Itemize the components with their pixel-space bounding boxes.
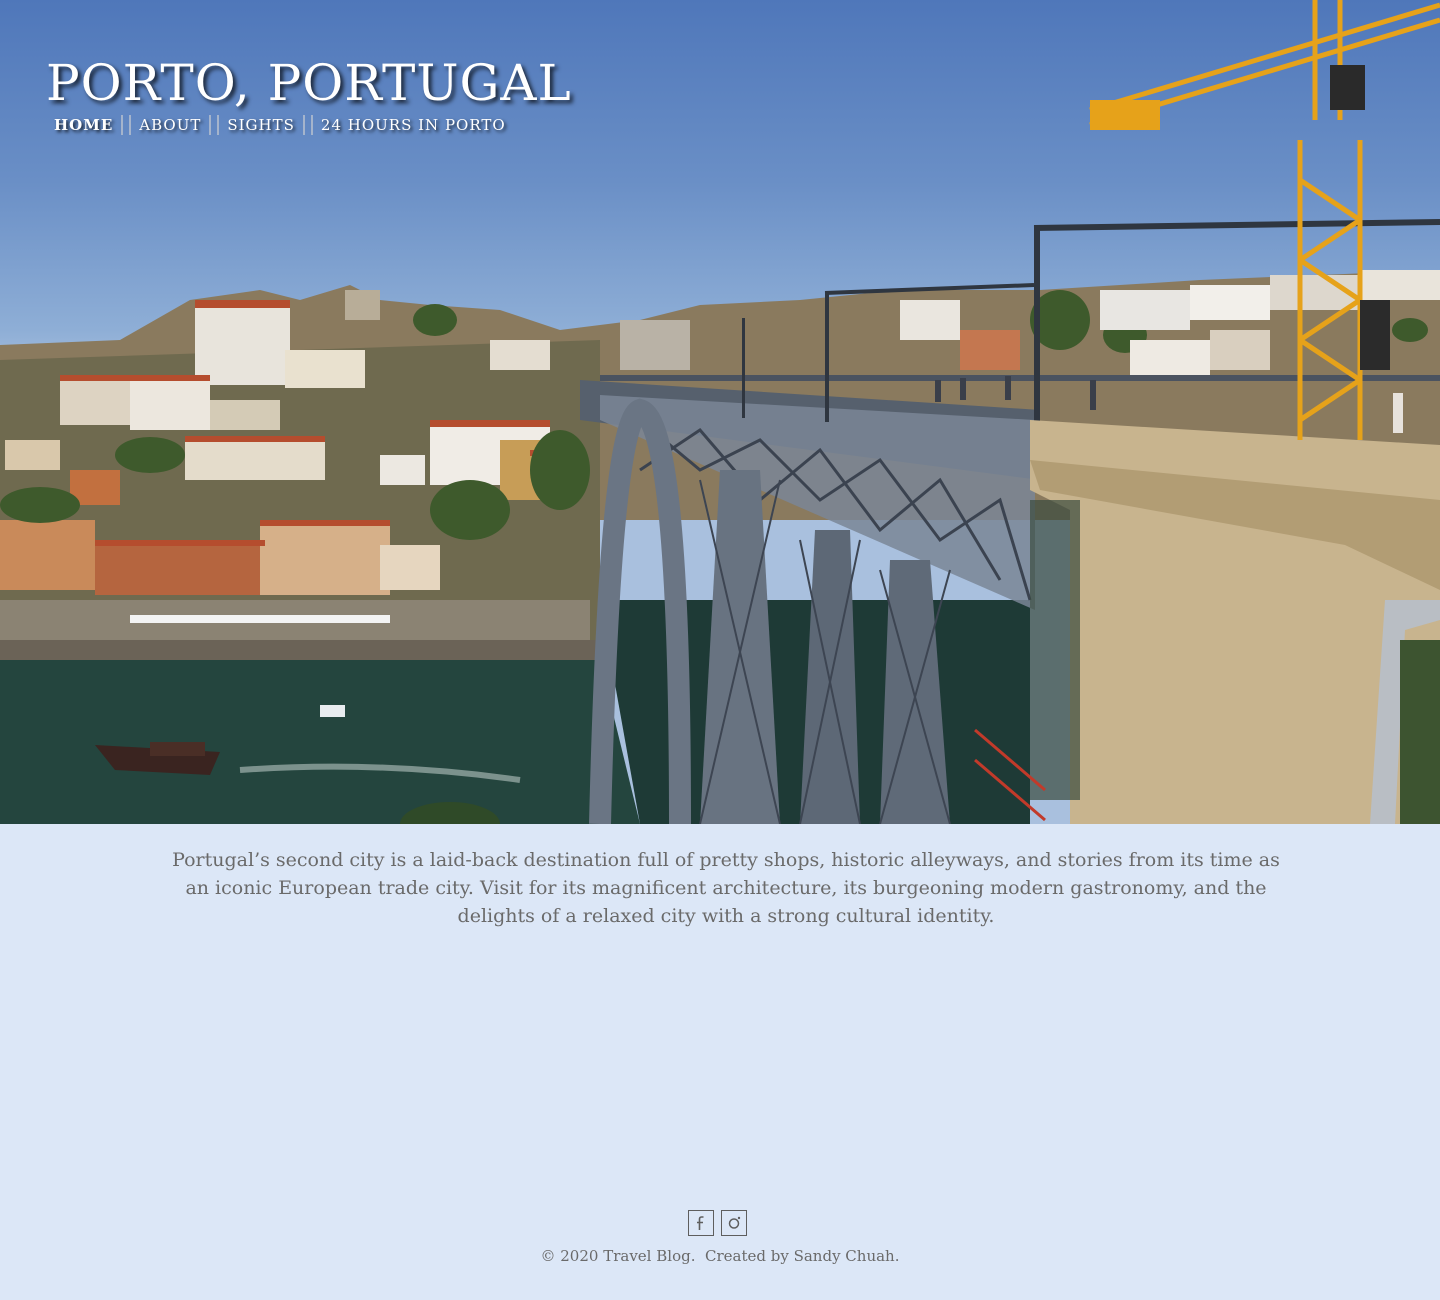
social-links [688, 1210, 747, 1236]
nav-24-hours-in-porto[interactable]: 24 HOURS IN PORTO [315, 114, 512, 136]
nav-separator [121, 115, 132, 135]
facebook-icon[interactable] [688, 1210, 714, 1236]
hero-banner: PORTO, PORTUGAL HOME ABOUT SIGHTS 24 HOU… [0, 0, 1440, 824]
nav-separator [302, 115, 313, 135]
nav-separator [209, 115, 220, 135]
nav-about[interactable]: ABOUT [133, 114, 207, 136]
nav-sights[interactable]: SIGHTS [221, 114, 301, 136]
site-title[interactable]: PORTO, PORTUGAL [46, 54, 572, 112]
instagram-icon[interactable] [721, 1210, 747, 1236]
main-nav: HOME ABOUT SIGHTS 24 HOURS IN PORTO [48, 114, 512, 136]
nav-home[interactable]: HOME [48, 114, 119, 136]
copyright-text: © 2020 Travel Blog. Created by Sandy Chu… [540, 1247, 900, 1265]
intro-text: Portugal’s second city is a laid-back de… [172, 849, 1280, 927]
